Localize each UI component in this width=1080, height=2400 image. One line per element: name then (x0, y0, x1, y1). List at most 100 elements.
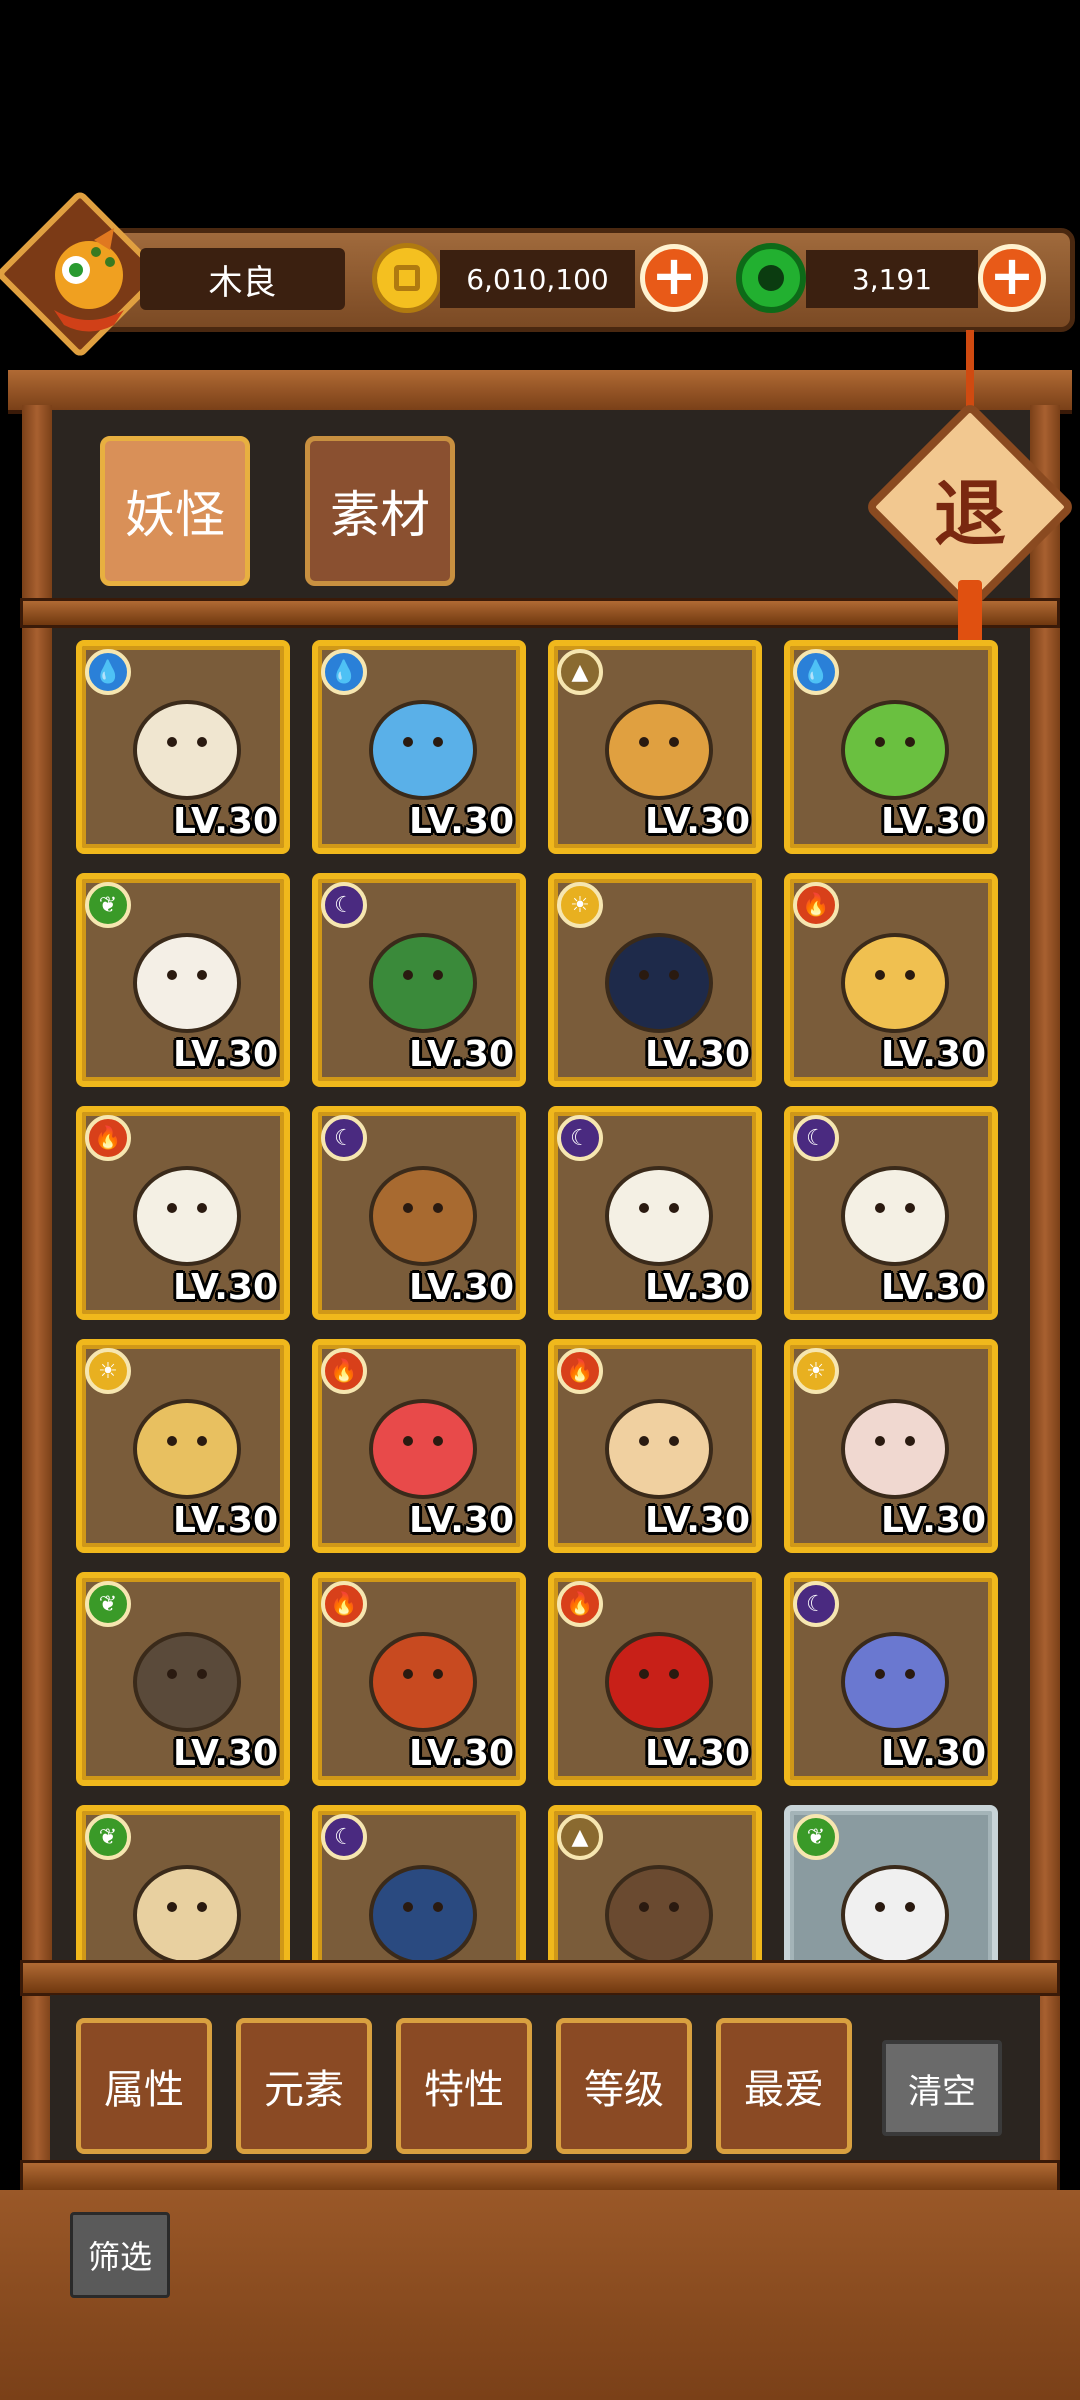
yokai-card[interactable]: ☾LV.30 (548, 1106, 762, 1320)
yokai-card[interactable]: ☀ LV.30 (76, 1339, 290, 1553)
yokai-card[interactable]: ▲ LV.30 (548, 640, 762, 854)
shelf-post-left (22, 405, 52, 2195)
shelf-post-right (1030, 405, 1060, 2195)
fire-element-icon: 🔥 (321, 1348, 367, 1394)
moon-cow-icon (605, 933, 713, 1033)
yokai-card[interactable]: 🔥 LV.30 (312, 1572, 526, 1786)
lion-mask-icon (369, 1632, 477, 1732)
earth-element-icon: ▲ (557, 649, 603, 695)
tab-materials[interactable]: 素材 (305, 436, 455, 586)
level-label: LV.30 (645, 801, 750, 842)
gem-amount: 3,191 (806, 250, 978, 308)
yokai-card[interactable]: ☾ LV.30 (784, 1572, 998, 1786)
yokai-card[interactable]: 🔥 LV.30 (76, 1106, 290, 1320)
water-element-icon: 💧 (85, 649, 131, 695)
level-label: LV.30 (881, 1733, 986, 1774)
water-element-icon: 💧 (793, 649, 839, 695)
fire-element-icon: 🔥 (557, 1581, 603, 1627)
yokai-card[interactable]: ☀ LV.30 (784, 1339, 998, 1553)
dark-element-icon: ☾ (793, 1115, 839, 1161)
white-glove-icon (841, 1865, 949, 1960)
bamboo-shoot-icon (133, 1399, 241, 1499)
add-gems-button[interactable]: + (978, 244, 1046, 312)
tab-yokai[interactable]: 妖怪 (100, 436, 250, 586)
avatar-icon[interactable] (34, 220, 144, 340)
filter-attribute-button[interactable]: 属性 (76, 2018, 212, 2154)
dark-element-icon: ☾ (321, 1814, 367, 1860)
filter-level-button[interactable]: 等级 (556, 2018, 692, 2154)
level-label: LV.30 (173, 1034, 278, 1075)
filter-favorite-button[interactable]: 最爱 (716, 2018, 852, 2154)
level-label: LV.30 (409, 1733, 514, 1774)
level-label: LV.30 (881, 1034, 986, 1075)
fire-element-icon: 🔥 (85, 1115, 131, 1161)
light-element-icon: ☀ (793, 1348, 839, 1394)
yokai-grid: 💧 LV.30 💧 LV.30 ▲ LV.30 💧 LV.30 ❦ LV.30 ☾ LV.30 ☀ LV.… (70, 630, 1010, 1960)
level-label: LV.30 (645, 1500, 750, 1541)
yokai-card[interactable]: ❦LV.30 (76, 1805, 290, 1960)
blue-axolotl-icon (369, 700, 477, 800)
bearded-man-mat-icon (369, 933, 477, 1033)
grass-element-icon: ❦ (85, 1581, 131, 1627)
yokai-card[interactable]: ☾LV.30 (312, 1805, 526, 1960)
filter-trait-button[interactable]: 特性 (396, 2018, 532, 2154)
level-label: LV.30 (409, 1034, 514, 1075)
level-label: LV.30 (881, 1500, 986, 1541)
level-label: LV.30 (881, 801, 986, 842)
level-label: LV.30 (645, 1733, 750, 1774)
level-label: LV.30 (409, 801, 514, 842)
fire-element-icon: 🔥 (557, 1348, 603, 1394)
yokai-card[interactable]: ❦LV.30 (784, 1805, 998, 1960)
water-element-icon: 💧 (321, 649, 367, 695)
yokai-card[interactable]: 🔥 LV.30 (784, 873, 998, 1087)
yokai-card[interactable]: 💧 LV.30 (312, 640, 526, 854)
red-hair-hero-icon (605, 1632, 713, 1732)
yokai-card[interactable]: 🔥 LV.30 (548, 1572, 762, 1786)
yokai-card[interactable]: ☾ LV.30 (784, 1106, 998, 1320)
dark-element-icon: ☾ (321, 882, 367, 928)
level-label: LV.30 (645, 1034, 750, 1075)
yokai-card[interactable]: 💧 LV.30 (784, 640, 998, 854)
yokai-card[interactable]: ☀ LV.30 (548, 873, 762, 1087)
exit-button-label[interactable]: 退 (895, 432, 1045, 582)
grass-element-icon: ❦ (85, 1814, 131, 1860)
shelf-divider-beam (20, 598, 1060, 628)
dark-element-icon: ☾ (793, 1581, 839, 1627)
filter-element-button[interactable]: 元素 (236, 2018, 372, 2154)
grass-element-icon: ❦ (793, 1814, 839, 1860)
add-gold-button[interactable]: + (640, 244, 708, 312)
green-donut-icon (841, 700, 949, 800)
mahjong-green-tile-icon (133, 1166, 241, 1266)
level-label: LV.30 (173, 1500, 278, 1541)
yokai-card[interactable]: ❦LV.30 (76, 873, 290, 1087)
level-label: LV.30 (409, 1500, 514, 1541)
heart-icon (369, 1399, 477, 1499)
bun-basket-icon (133, 933, 241, 1033)
yokai-card[interactable]: ❦ LV.30 (76, 1572, 290, 1786)
yokai-card[interactable]: 💧 LV.30 (76, 640, 290, 854)
level-label: LV.30 (173, 1733, 278, 1774)
clear-button[interactable]: 清空 (882, 2040, 1002, 2136)
gold-coin-icon (372, 243, 442, 313)
yokai-card[interactable]: 🔥 LV.30 (548, 1339, 762, 1553)
earth-element-icon: ▲ (557, 1814, 603, 1860)
jade-gem-icon (736, 243, 806, 313)
scholar-icon (605, 1865, 713, 1960)
old-sage-icon (133, 1632, 241, 1732)
wood-log-baby-icon (133, 1865, 241, 1960)
level-label: LV.30 (173, 801, 278, 842)
dark-element-icon: ☾ (557, 1115, 603, 1161)
yokai-card[interactable]: ▲LV.30 (548, 1805, 762, 1960)
broom-icon (369, 1166, 477, 1266)
mahjong-nine-wan-icon (605, 1166, 713, 1266)
light-element-icon: ☀ (85, 1348, 131, 1394)
light-element-icon: ☀ (557, 882, 603, 928)
yokai-card[interactable]: 🔥 LV.30 (312, 1339, 526, 1553)
screen-button[interactable]: 筛选 (70, 2212, 170, 2298)
level-label: LV.30 (173, 1267, 278, 1308)
yokai-card[interactable]: ☾LV.30 (312, 1106, 526, 1320)
level-label: LV.30 (881, 1267, 986, 1308)
headphones-bird-icon (605, 700, 713, 800)
level-label: LV.30 (409, 1267, 514, 1308)
yokai-card[interactable]: ☾ LV.30 (312, 873, 526, 1087)
